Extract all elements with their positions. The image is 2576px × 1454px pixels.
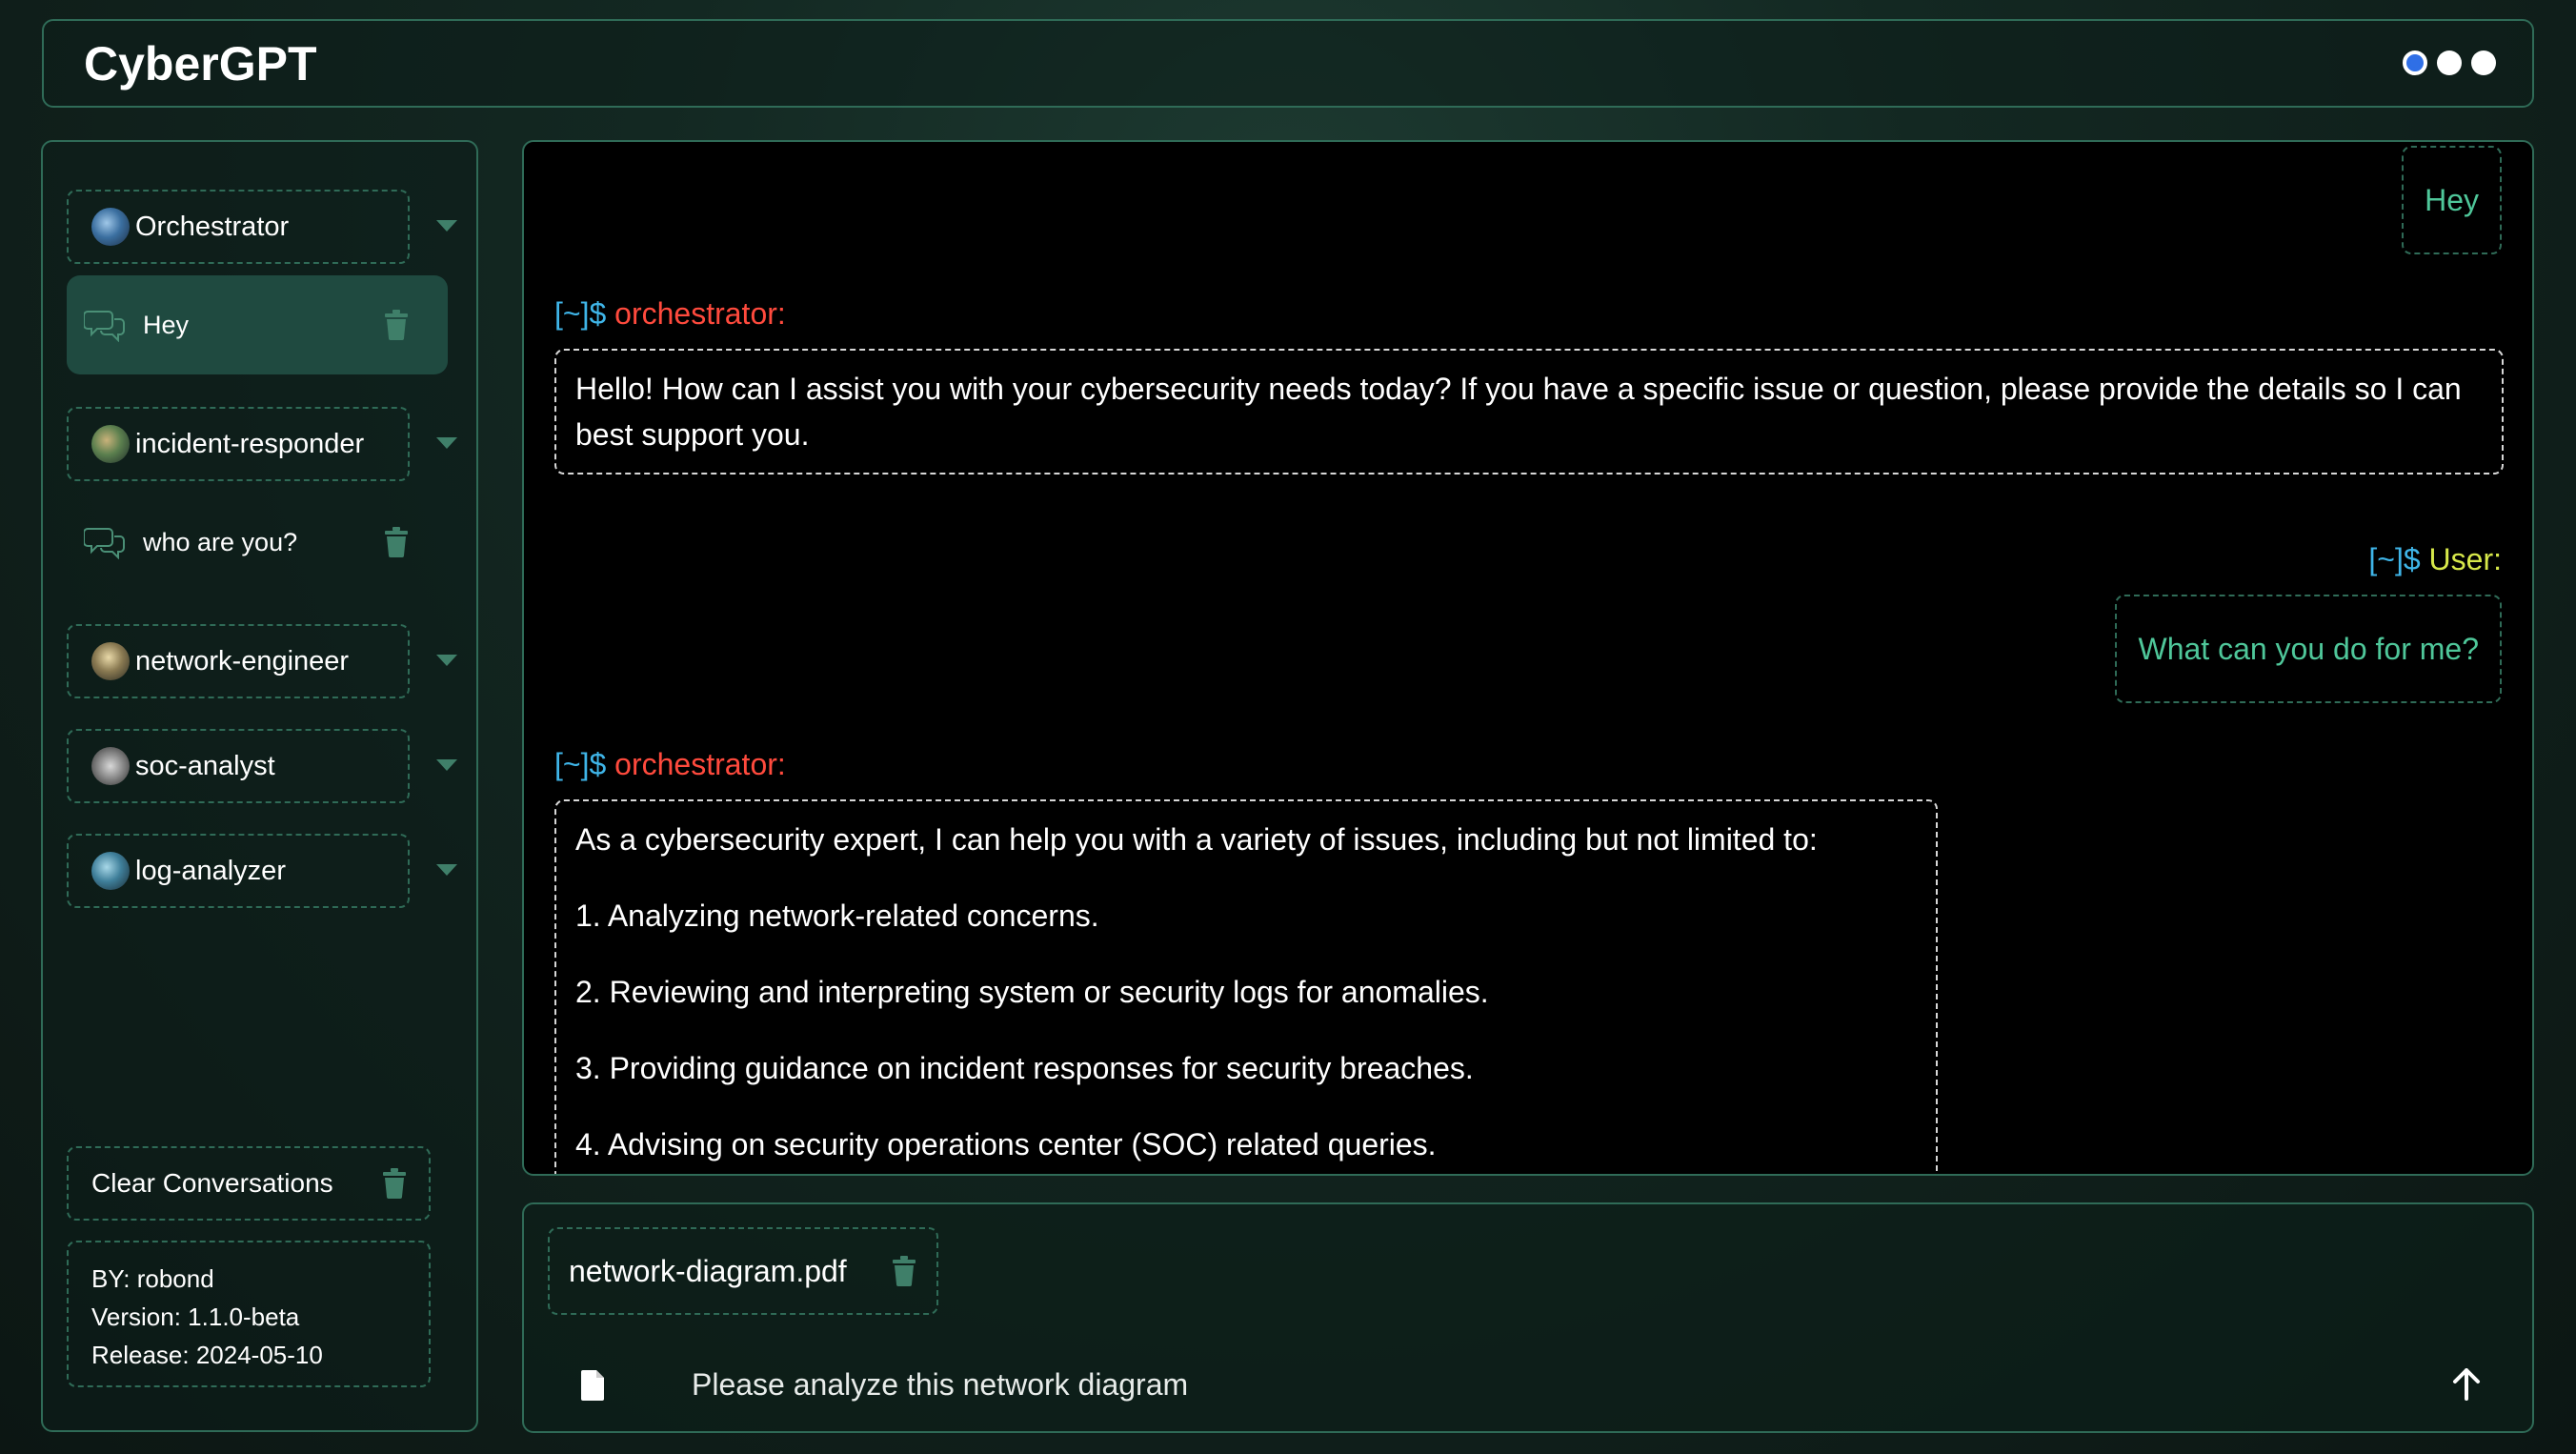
user-message: What can you do for me? [2115, 595, 2502, 703]
agent-name: incident-responder [135, 428, 365, 459]
agent-log-analyzer[interactable]: log-analyzer [67, 834, 457, 908]
release-text: Release: 2024-05-10 [91, 1341, 323, 1369]
agent-name: soc-analyst [135, 750, 275, 781]
prompt-cwd: [~]$ [554, 296, 607, 331]
clear-conversations-label: Clear Conversations [91, 1168, 333, 1198]
agent-orchestrator[interactable]: Orchestrator [67, 190, 457, 264]
chevron-down-icon[interactable] [436, 655, 457, 666]
version-text: Version: 1.1.0-beta [91, 1303, 300, 1331]
agent-avatar [91, 747, 130, 785]
agent-name: log-analyzer [135, 855, 286, 886]
trash-icon[interactable] [891, 1256, 917, 1286]
trash-icon[interactable] [383, 527, 410, 557]
agent-selector[interactable]: incident-responder [67, 407, 410, 481]
message-input[interactable] [692, 1359, 2311, 1410]
message-paragraph: As a cybersecurity expert, I can help yo… [575, 822, 1818, 857]
agent-name: network-engineer [135, 645, 350, 677]
clear-conversations-button[interactable]: Clear Conversations [67, 1146, 431, 1221]
chevron-down-icon[interactable] [436, 220, 457, 232]
chat-bubbles-icon [84, 311, 125, 342]
conversation-item[interactable]: Hey [67, 275, 448, 374]
chat-panel[interactable]: Hey [~]$ orchestrator: Hello! How can I … [522, 140, 2534, 1176]
assistant-prompt: [~]$ orchestrator: [554, 747, 786, 782]
message-paragraph: 3. Providing guidance on incident respon… [575, 1051, 1474, 1085]
agent-soc-analyst[interactable]: soc-analyst [67, 729, 457, 803]
chat-bubbles-icon [84, 528, 125, 559]
agent-avatar [91, 425, 130, 463]
message-paragraph: 1. Analyzing network-related concerns. [575, 899, 1099, 933]
conversation-item[interactable]: who are you? [67, 493, 448, 592]
user-prompt: [~]$ User: [2368, 542, 2502, 577]
app-header: CyberGPT [42, 19, 2534, 108]
pager-dots [2403, 50, 2496, 75]
agent-avatar [91, 642, 130, 680]
app-title: CyberGPT [84, 37, 317, 91]
chevron-down-icon[interactable] [436, 864, 457, 876]
pager-dot-2[interactable] [2437, 50, 2462, 75]
conversation-title: who are you? [143, 527, 298, 556]
message-text: Hey [2425, 182, 2479, 217]
agent-avatar [91, 208, 130, 246]
author-text: BY: robond [91, 1264, 214, 1293]
agent-name: Orchestrator [135, 211, 290, 242]
message-paragraph: 4. Advising on security operations cente… [575, 1127, 1437, 1161]
agent-selector[interactable]: network-engineer [67, 624, 410, 698]
agent-network-engineer[interactable]: network-engineer [67, 624, 457, 698]
sidebar: Orchestrator Hey incident-responder who … [41, 140, 478, 1432]
trash-icon [383, 1168, 406, 1199]
chevron-down-icon[interactable] [436, 759, 457, 771]
agent-selector[interactable]: log-analyzer [67, 834, 410, 908]
message-paragraph: 2. Reviewing and interpreting system or … [575, 975, 1489, 1009]
agent-selector[interactable]: soc-analyst [67, 729, 410, 803]
file-icon[interactable] [581, 1368, 606, 1401]
pager-dot-1[interactable] [2403, 50, 2427, 75]
trash-icon[interactable] [383, 310, 410, 340]
speaker-name: User: [2428, 542, 2502, 576]
agent-avatar [91, 852, 130, 890]
assistant-message: As a cybersecurity expert, I can help yo… [554, 799, 1938, 1174]
agent-selector[interactable]: Orchestrator [67, 190, 410, 264]
about-box: BY: robond Version: 1.1.0-beta Release: … [67, 1241, 431, 1387]
agent-incident-responder[interactable]: incident-responder [67, 407, 457, 481]
arrow-up-icon[interactable] [2452, 1368, 2481, 1401]
assistant-prompt: [~]$ orchestrator: [554, 296, 786, 332]
speaker-name: orchestrator: [614, 296, 786, 331]
composer: network-diagram.pdf [522, 1202, 2534, 1433]
attachment-name: network-diagram.pdf [569, 1253, 847, 1288]
prompt-cwd: [~]$ [554, 747, 607, 781]
attachment-chip[interactable]: network-diagram.pdf [548, 1227, 938, 1315]
speaker-name: orchestrator: [614, 747, 786, 781]
message-text: What can you do for me? [2138, 631, 2479, 666]
user-message: Hey [2402, 146, 2502, 254]
message-text: Hello! How can I assist you with your cy… [575, 372, 2462, 452]
pager-dot-3[interactable] [2471, 50, 2496, 75]
conversation-title: Hey [143, 310, 190, 339]
chevron-down-icon[interactable] [436, 437, 457, 449]
assistant-message: Hello! How can I assist you with your cy… [554, 349, 2504, 475]
prompt-cwd: [~]$ [2368, 542, 2421, 576]
